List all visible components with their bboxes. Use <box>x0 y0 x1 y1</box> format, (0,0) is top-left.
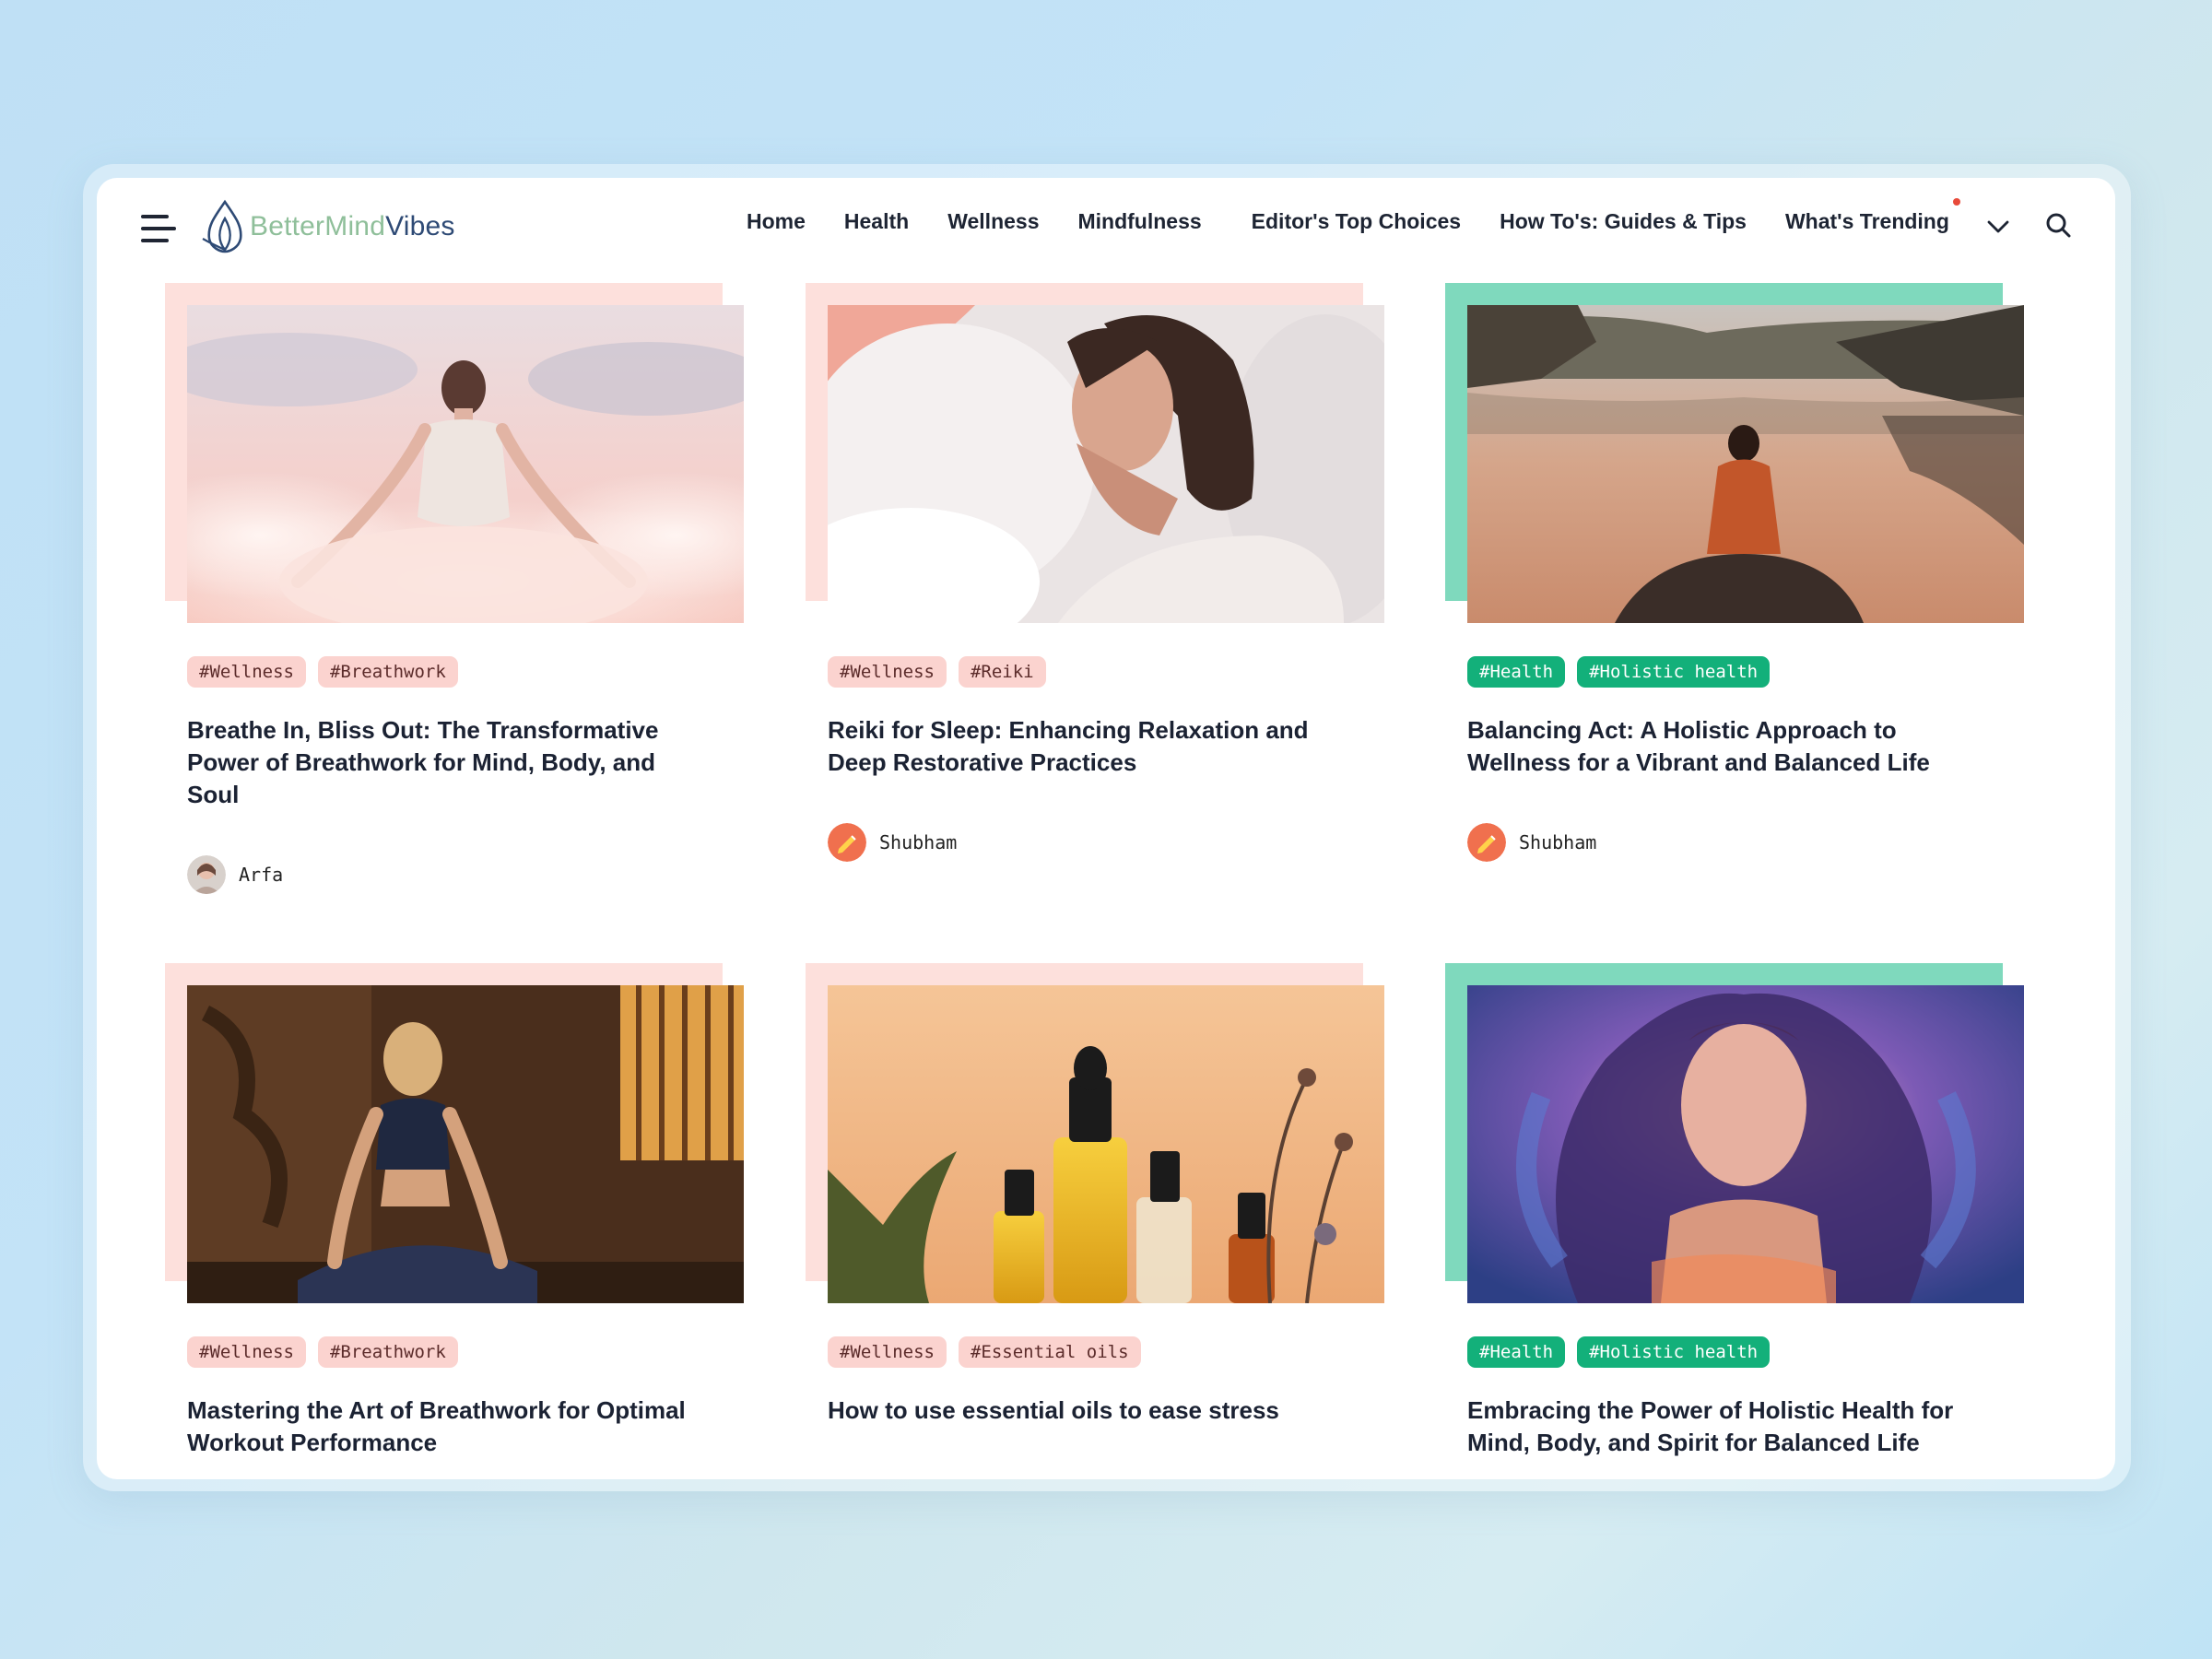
tag-list: #Wellness #Breathwork <box>187 1336 470 1368</box>
author-byline[interactable]: Shubham <box>1467 823 1596 862</box>
tag-chip[interactable]: #Breathwork <box>317 656 458 688</box>
tag-list: #Wellness #Breathwork <box>187 656 470 688</box>
author-byline[interactable]: Arfa <box>187 855 283 894</box>
avatar <box>187 855 226 894</box>
article-card[interactable]: #Wellness #Breathwork Mastering the Art … <box>165 963 744 1479</box>
author-name: Shubham <box>879 831 958 853</box>
nav-item-whats-trending-label: What's Trending <box>1784 209 1949 233</box>
article-card[interactable]: #Wellness #Reiki Reiki for Sleep: Enhanc… <box>806 283 1384 947</box>
main-nav: Home Health Wellness Mindfulness Editor'… <box>747 198 1988 234</box>
article-title[interactable]: Balancing Act: A Holistic Approach to We… <box>1467 714 1983 779</box>
article-image[interactable] <box>1467 985 2024 1303</box>
tag-chip[interactable]: #Reiki <box>958 656 1046 688</box>
chevron-down-icon[interactable] <box>1986 215 2010 239</box>
author-name: Shubham <box>1519 831 1597 853</box>
nav-item-mindfulness[interactable]: Mindfulness <box>1078 209 1202 234</box>
author-name: Arfa <box>239 864 284 886</box>
tag-chip[interactable]: #Holistic health <box>1577 1336 1771 1368</box>
article-image[interactable] <box>828 985 1384 1303</box>
nav-item-wellness[interactable]: Wellness <box>947 209 1039 234</box>
nav-item-home[interactable]: Home <box>747 209 806 234</box>
tag-chip[interactable]: #Wellness <box>828 1336 947 1368</box>
tag-chip[interactable]: #Wellness <box>187 656 306 688</box>
search-icon[interactable] <box>2044 211 2072 239</box>
tag-chip[interactable]: #Health <box>1467 656 1566 688</box>
browser-window: BetterMindVibes Home Health Wellness Min… <box>97 178 2115 1479</box>
notification-dot <box>1952 198 1960 206</box>
article-title[interactable]: How to use essential oils to ease stress <box>828 1394 1344 1427</box>
article-image[interactable] <box>187 305 744 623</box>
tag-chip[interactable]: #Wellness <box>187 1336 306 1368</box>
hamburger-icon[interactable] <box>141 215 176 242</box>
site-logo[interactable]: BetterMindVibes <box>200 196 455 257</box>
tag-chip[interactable]: #Wellness <box>828 656 947 688</box>
article-card[interactable]: #Health #Holistic health Balancing Act: … <box>1445 283 2024 947</box>
lotus-drop-icon <box>202 199 242 253</box>
article-image[interactable] <box>187 985 744 1303</box>
article-card[interactable]: #Health #Holistic health Embracing the P… <box>1445 963 2024 1479</box>
nav-item-how-tos[interactable]: How To's: Guides & Tips <box>1500 209 1747 234</box>
article-title[interactable]: Reiki for Sleep: Enhancing Relaxation an… <box>828 714 1344 779</box>
avatar <box>828 823 866 862</box>
tag-list: #Health #Holistic health <box>1467 1336 1782 1368</box>
tag-chip[interactable]: #Health <box>1467 1336 1566 1368</box>
avatar <box>1467 823 1506 862</box>
article-card[interactable]: #Wellness #Essential oils How to use ess… <box>806 963 1384 1479</box>
nav-item-health[interactable]: Health <box>844 209 909 234</box>
author-byline[interactable]: Shubham <box>828 823 957 862</box>
article-card[interactable]: #Wellness #Breathwork Breathe In, Bliss … <box>165 283 744 947</box>
nav-item-whats-trending[interactable]: What's Trending <box>1784 198 1960 234</box>
tag-chip[interactable]: #Holistic health <box>1577 656 1771 688</box>
article-title[interactable]: Embracing the Power of Holistic Health f… <box>1467 1394 1983 1459</box>
tag-list: #Health #Holistic health <box>1467 656 1782 688</box>
article-image[interactable] <box>828 305 1384 623</box>
tag-list: #Wellness #Reiki <box>828 656 1058 688</box>
site-header: BetterMindVibes Home Health Wellness Min… <box>97 178 2115 279</box>
site-logo-text: BetterMindVibes <box>250 211 455 241</box>
tag-list: #Wellness #Essential oils <box>828 1336 1153 1368</box>
tag-chip[interactable]: #Essential oils <box>958 1336 1141 1368</box>
article-title[interactable]: Breathe In, Bliss Out: The Transformativ… <box>187 714 703 811</box>
article-image[interactable] <box>1467 305 2024 623</box>
nav-item-editors-top-choices[interactable]: Editor's Top Choices <box>1252 209 1461 234</box>
tag-chip[interactable]: #Breathwork <box>317 1336 458 1368</box>
article-title[interactable]: Mastering the Art of Breathwork for Opti… <box>187 1394 703 1459</box>
